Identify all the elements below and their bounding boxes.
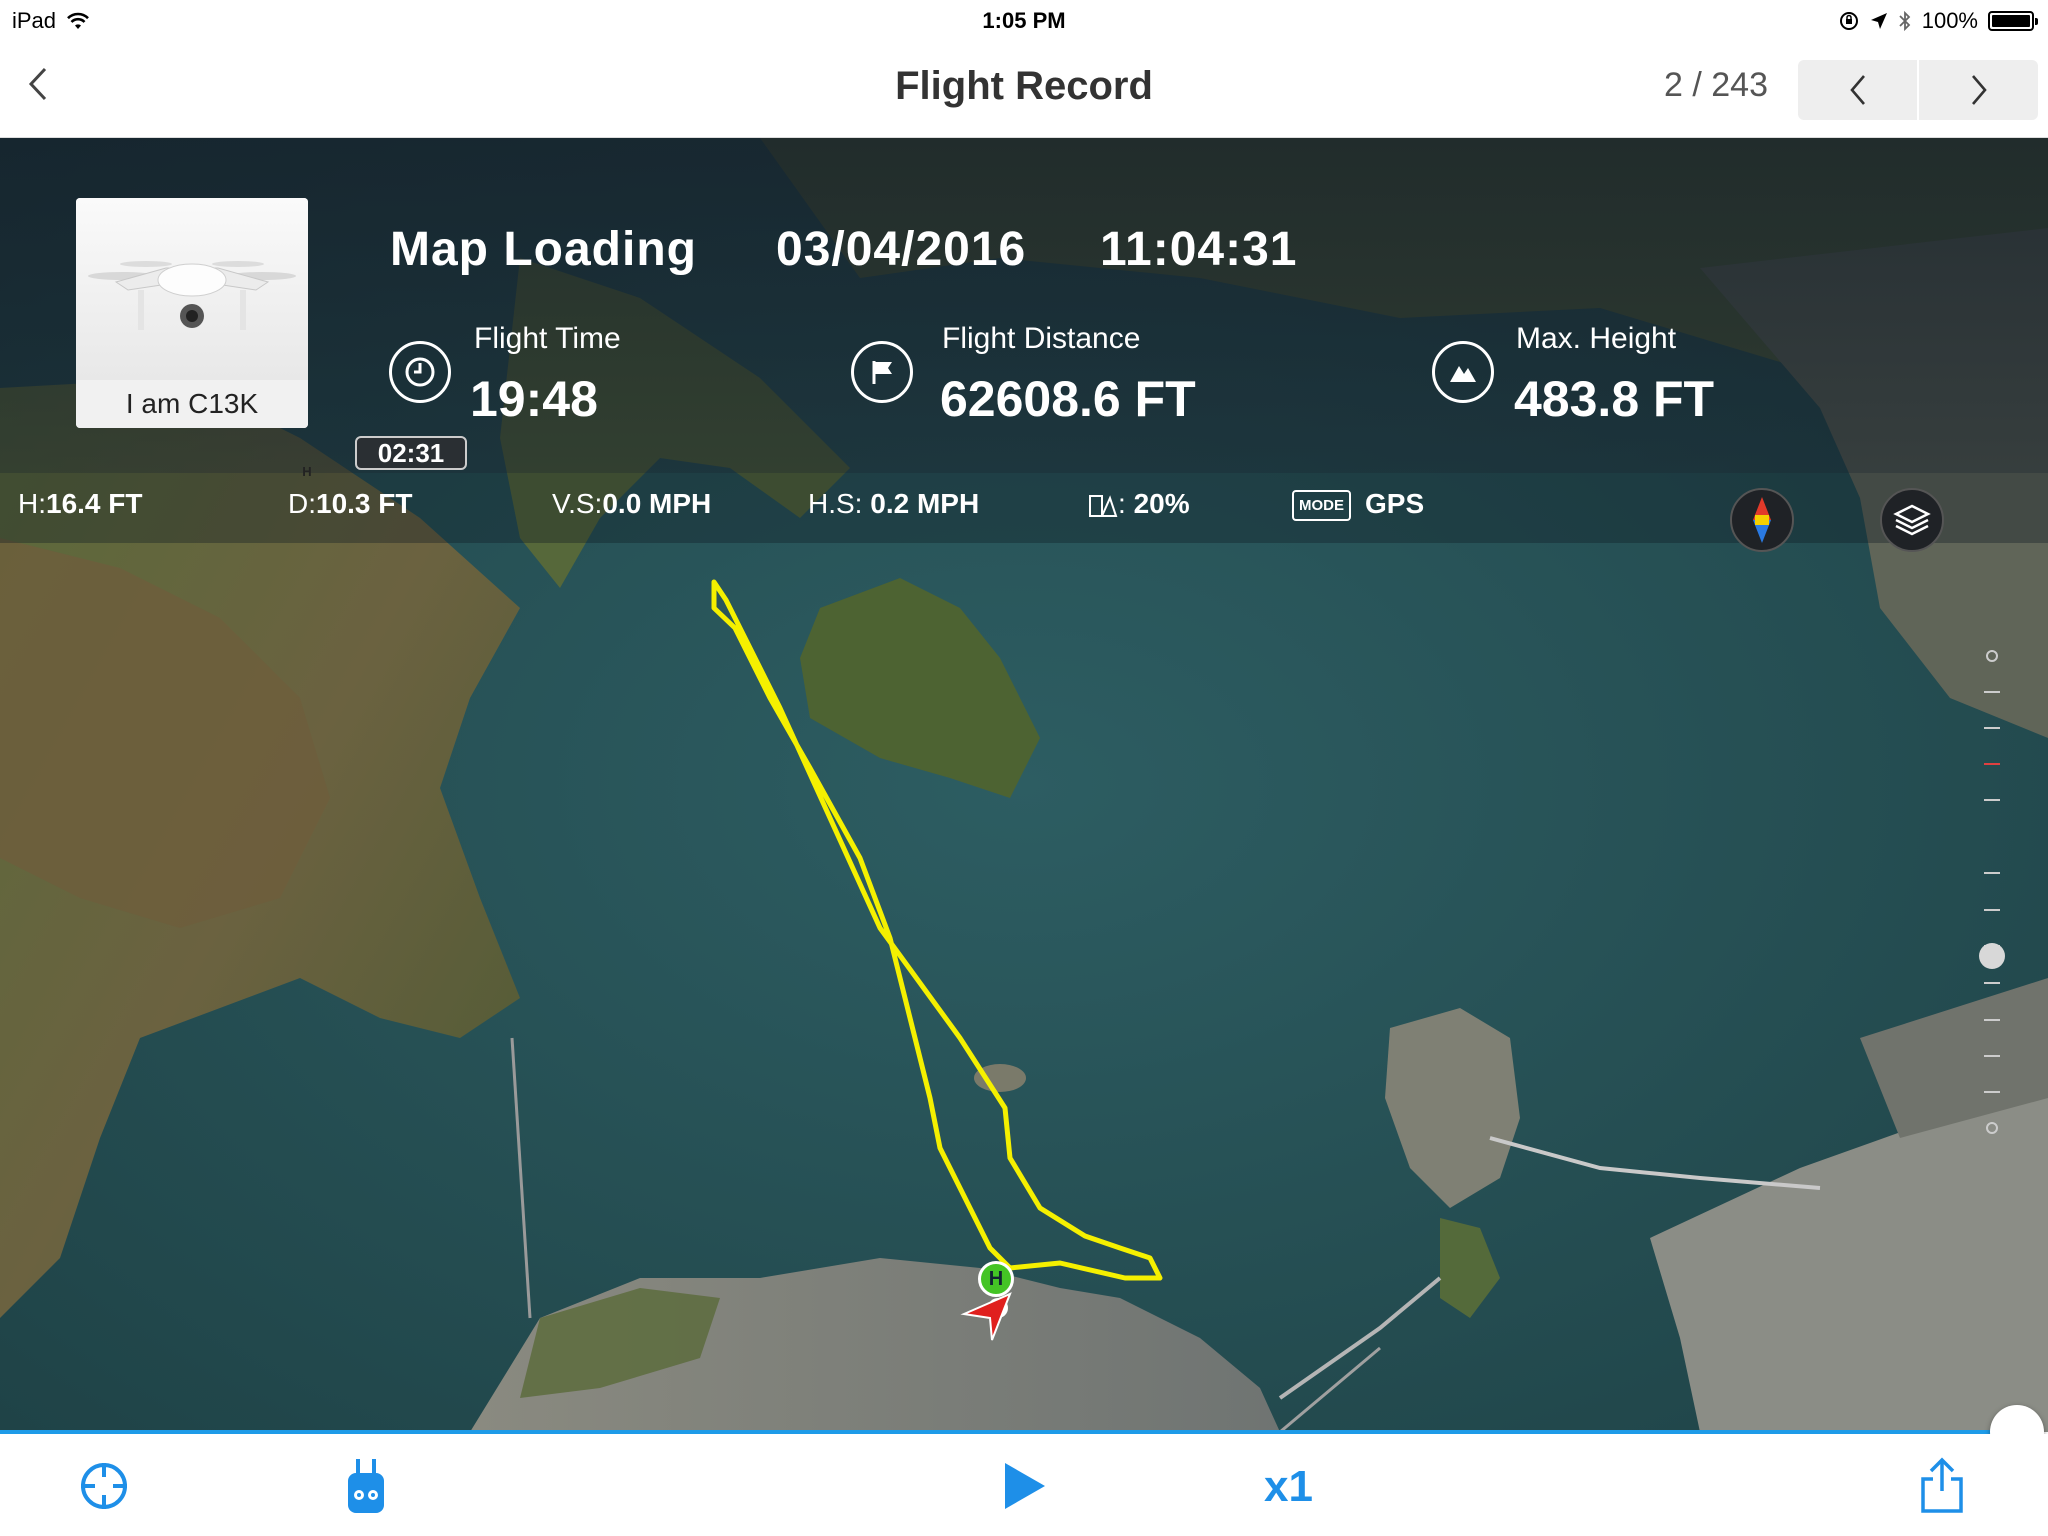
- timeline-current-time: 02:31: [355, 436, 467, 470]
- chevron-left-icon: [1849, 75, 1865, 105]
- distance-value: 10.3 FT: [316, 488, 413, 519]
- flag-icon: [851, 341, 913, 403]
- record-pager: [1798, 60, 2038, 120]
- timeline-home-marker: H: [302, 464, 312, 479]
- compass-button[interactable]: [1730, 488, 1794, 552]
- status-bar: iPad 1:05 PM 100%: [0, 0, 2048, 40]
- telemetry-mode: MODE GPS: [1292, 488, 1425, 522]
- telemetry-vertical-speed: V.S:0.0 MPH: [552, 488, 711, 520]
- flight-date: 03/04/2016: [776, 223, 1027, 276]
- playback-speed-button[interactable]: x1: [1264, 1462, 1313, 1512]
- chevron-right-icon: [1971, 75, 1987, 105]
- mountain-icon: [1432, 341, 1494, 403]
- locate-button[interactable]: [74, 1456, 134, 1516]
- map-layers-button[interactable]: [1880, 488, 1944, 552]
- drone-image: [88, 261, 296, 330]
- telemetry-distance: D:10.3 FT: [288, 488, 412, 520]
- clock-icon: [389, 341, 451, 403]
- telemetry-battery: : 20%: [1088, 488, 1190, 520]
- next-record-button[interactable]: [1917, 60, 2038, 120]
- play-button[interactable]: [994, 1456, 1054, 1516]
- mode-badge: MODE: [1292, 490, 1351, 522]
- share-icon: [1921, 1457, 1963, 1513]
- aircraft-marker-icon: [960, 1292, 1012, 1341]
- zoom-scale: [1984, 650, 2000, 1134]
- max-height-value: 483.8 FT: [1514, 371, 1715, 427]
- previous-record-button[interactable]: [1798, 60, 1917, 120]
- flight-map[interactable]: I am C13K Map Loading 03/04/2016 11:04:3…: [0, 138, 2048, 1432]
- height-value: 16.4 FT: [46, 488, 143, 519]
- horizontal-speed-value: 0.2 MPH: [870, 488, 980, 519]
- zoom-slider-thumb[interactable]: [1979, 943, 2005, 969]
- drone-battery-value: 20%: [1133, 488, 1190, 519]
- flight-distance-label: Flight Distance: [942, 322, 1141, 355]
- mode-value: GPS: [1365, 488, 1425, 519]
- crosshair-icon: [81, 1463, 127, 1509]
- battery-icon: [1988, 11, 2038, 31]
- nav-bar: Flight Record 2 / 243: [0, 40, 2048, 138]
- status-time: 1:05 PM: [982, 8, 1066, 33]
- telemetry-horizontal-speed: H.S: 0.2 MPH: [808, 488, 979, 520]
- zoom-slider[interactable]: [1970, 638, 2014, 1238]
- remote-controller-icon: [348, 1459, 384, 1513]
- aircraft-name: I am C13K: [76, 380, 308, 428]
- page-counter: 2 / 243: [1664, 66, 1768, 104]
- distance-label: D:: [288, 488, 316, 519]
- location-arrow-icon: [1870, 13, 1887, 29]
- flight-distance-value: 62608.6 FT: [940, 371, 1196, 427]
- max-height-label: Max. Height: [1516, 322, 1677, 355]
- aircraft-card: I am C13K: [76, 198, 308, 428]
- status-right: 100%: [1838, 8, 2038, 34]
- flight-time-label: Flight Time: [474, 322, 621, 355]
- flight-time-value: 19:48: [470, 371, 598, 427]
- map-status: Map Loading: [390, 223, 697, 276]
- vertical-speed-value: 0.0 MPH: [602, 488, 712, 519]
- orientation-lock-icon: [1839, 12, 1858, 30]
- battery-percent: 100%: [1921, 8, 1978, 33]
- battery-separator: :: [1118, 488, 1126, 519]
- compass-icon: [1753, 497, 1771, 543]
- bottom-toolbar: x1: [0, 1434, 2048, 1536]
- flight-start-time: 11:04:31: [1100, 223, 1298, 276]
- play-icon: [1005, 1463, 1045, 1509]
- aircraft-image: [76, 198, 308, 380]
- vertical-speed-label: V.S:: [552, 488, 603, 519]
- battery-drone-icon: [1089, 494, 1118, 517]
- telemetry-height: H:16.4 FT: [18, 488, 142, 520]
- bluetooth-icon: [1899, 10, 1910, 32]
- horizontal-speed-label: H.S:: [808, 488, 863, 519]
- remote-controller-button[interactable]: [336, 1456, 396, 1516]
- height-label: H:: [18, 488, 46, 519]
- share-button[interactable]: [1912, 1456, 1972, 1516]
- layers-icon: [1893, 504, 1931, 536]
